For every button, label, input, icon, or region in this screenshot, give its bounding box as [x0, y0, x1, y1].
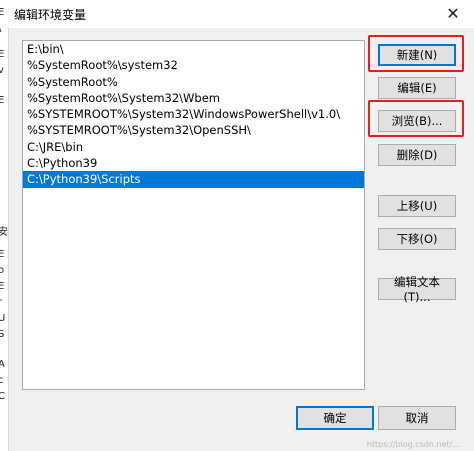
- path-list-item[interactable]: %SystemRoot%\System32\Wbem: [23, 90, 364, 106]
- move-up-button[interactable]: 上移(U): [378, 195, 456, 217]
- path-list-item[interactable]: C:\Python39: [23, 155, 364, 171]
- path-list-item[interactable]: %SYSTEMROOT%\System32\OpenSSH\: [23, 122, 364, 138]
- strip-char: E: [0, 8, 4, 18]
- window-title: 编辑环境变量: [14, 8, 87, 22]
- edit-text-button[interactable]: 编辑文本(T)...: [378, 275, 456, 304]
- edit-env-variable-dialog: E \ E v E 安 E o E r U S A c C 编辑环境变量 ✕ E…: [0, 0, 474, 451]
- strip-char: o: [0, 266, 4, 276]
- close-icon[interactable]: ✕: [440, 2, 466, 24]
- path-list-item[interactable]: C:\Python39\Scripts: [23, 171, 364, 188]
- strip-char: \: [0, 24, 1, 34]
- path-list[interactable]: E:\bin\ %SystemRoot%\system32 %SystemRoot%…: [22, 40, 365, 390]
- strip-char: E: [0, 282, 4, 292]
- strip-char: A: [0, 360, 5, 370]
- strip-char: 安: [0, 228, 8, 238]
- strip-char: E: [0, 50, 4, 60]
- cancel-button[interactable]: 取消: [378, 406, 456, 430]
- strip-char: r: [0, 298, 2, 308]
- path-list-item[interactable]: %SystemRoot%\system32: [23, 57, 364, 73]
- strip-char: c: [0, 376, 4, 386]
- strip-char: E: [0, 250, 4, 260]
- new-button[interactable]: 新建(N): [378, 44, 456, 66]
- delete-button[interactable]: 删除(D): [378, 144, 456, 166]
- watermark-text: https://blog.csdn.net/...: [366, 440, 460, 449]
- move-down-button[interactable]: 下移(O): [378, 228, 456, 250]
- path-list-item[interactable]: %SYSTEMROOT%\System32\WindowsPowerShell\…: [23, 106, 364, 122]
- strip-char: v: [0, 66, 4, 76]
- edit-button[interactable]: 编辑(E): [378, 77, 456, 99]
- ok-button[interactable]: 确定: [296, 406, 374, 430]
- path-list-item[interactable]: E:\bin\: [23, 41, 364, 57]
- strip-char: C: [0, 392, 5, 402]
- path-list-item[interactable]: %SystemRoot%: [23, 74, 364, 90]
- path-list-item[interactable]: C:\JRE\bin: [23, 139, 364, 155]
- background-window-strip: E \ E v E 安 E o E r U S A c C: [0, 0, 9, 451]
- browse-button[interactable]: 浏览(B)...: [378, 110, 456, 132]
- strip-char: U: [0, 314, 5, 324]
- title-bar[interactable]: 编辑环境变量 ✕: [8, 0, 474, 28]
- strip-char: E: [0, 96, 4, 106]
- strip-char: S: [0, 330, 4, 340]
